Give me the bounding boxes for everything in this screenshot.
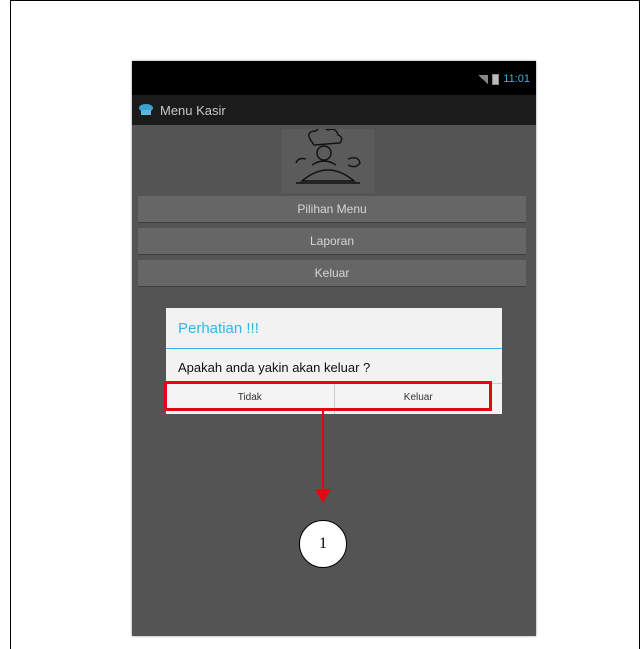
menu-button-laporan[interactable]: Laporan	[138, 228, 526, 254]
highlight-box	[164, 381, 492, 411]
menu-button-pilihan-menu[interactable]: Pilihan Menu	[138, 196, 526, 222]
battery-icon	[492, 73, 500, 85]
chef-icon	[282, 129, 374, 193]
callout-marker: 1	[299, 520, 347, 568]
dialog-divider	[166, 348, 502, 349]
status-icons: 11:01	[478, 73, 530, 85]
status-bar: 11:01	[132, 61, 536, 95]
signal-icon	[478, 74, 489, 84]
action-bar: Menu Kasir	[132, 95, 536, 125]
status-time: 11:01	[503, 73, 530, 85]
cashier-app-icon[interactable]	[138, 103, 154, 117]
arrow-line	[322, 411, 324, 491]
dialog-title: Perhatian !!!	[178, 320, 259, 337]
dialog-message: Apakah anda yakin akan keluar ?	[178, 360, 371, 375]
menu-button-keluar[interactable]: Keluar	[138, 260, 526, 286]
arrow-head	[315, 489, 331, 503]
app-title: Menu Kasir	[160, 102, 226, 118]
